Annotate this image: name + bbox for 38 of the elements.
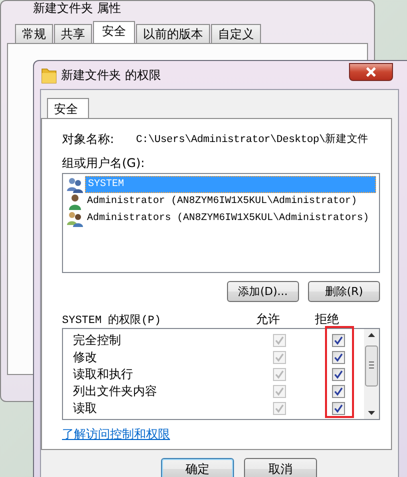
column-header: 拒绝 bbox=[315, 310, 339, 328]
checkbox[interactable] bbox=[332, 351, 344, 364]
permission-name: 完全控制 bbox=[73, 332, 122, 349]
permission-name: 读取和执行 bbox=[73, 366, 134, 383]
user-icon bbox=[66, 194, 84, 210]
permission-name: 读取 bbox=[73, 400, 98, 417]
scrollbar[interactable] bbox=[364, 329, 379, 419]
tab[interactable]: 共享 bbox=[54, 24, 92, 43]
checkbox[interactable] bbox=[332, 385, 344, 398]
permissions-label: SYSTEM 的权限(P) bbox=[62, 313, 162, 326]
permission-name: 列出文件夹内容 bbox=[73, 383, 158, 400]
tab[interactable]: 自定义 bbox=[211, 24, 261, 43]
close-button[interactable] bbox=[349, 63, 393, 81]
tab[interactable]: 常规 bbox=[15, 24, 53, 43]
tab[interactable]: 以前的版本 bbox=[136, 24, 210, 43]
close-icon bbox=[365, 67, 377, 77]
object-name-label: 对象名称: bbox=[62, 130, 114, 148]
dialog-button[interactable]: 取消 bbox=[244, 458, 317, 477]
group-label: 组或用户名(G): bbox=[62, 155, 146, 171]
list-button[interactable]: 添加(D)... bbox=[227, 281, 299, 302]
window-title: 新建文件夹 属性 bbox=[32, 1, 122, 15]
list-item[interactable]: Administrators (AN8ZYM6IW1X5KUL\Administrators) bbox=[66, 210, 376, 227]
users-icon bbox=[66, 210, 84, 226]
checkbox[interactable] bbox=[332, 334, 344, 347]
dialog-button[interactable]: 确定 bbox=[161, 458, 234, 477]
object-name: C:\Users\Administrator\Desktop\新建文件 bbox=[136, 132, 368, 146]
window-title: 新建文件夹 的权限 bbox=[61, 66, 161, 84]
column-header: 允许 bbox=[256, 310, 280, 328]
help-link[interactable]: 了解访问控制和权限 bbox=[62, 426, 170, 443]
folder-icon bbox=[41, 66, 57, 84]
list-item[interactable]: Administrator (AN8ZYM6IW1X5KUL\Administrator) bbox=[66, 193, 376, 210]
tab[interactable]: 安全 bbox=[47, 98, 89, 118]
tab[interactable]: 安全 bbox=[93, 21, 135, 43]
checkbox[interactable] bbox=[332, 402, 344, 415]
permission-name: 修改 bbox=[73, 349, 98, 366]
users-icon bbox=[66, 176, 84, 192]
list-button[interactable]: 删除(R) bbox=[308, 281, 380, 302]
checkbox[interactable] bbox=[332, 368, 344, 381]
